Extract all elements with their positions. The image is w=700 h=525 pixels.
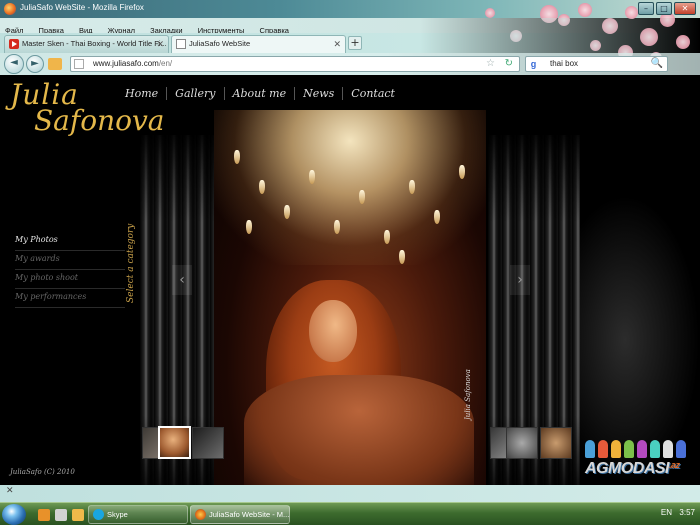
taskbar-item-firefox[interactable]: JuliaSafo WebSite - M... (190, 505, 290, 524)
skype-icon (93, 509, 104, 520)
url-path: /en/ (158, 59, 173, 68)
category-my-awards[interactable]: My awards (15, 251, 125, 270)
window-controls: – □ ✕ (638, 2, 696, 15)
navigation-toolbar: ◄ ► www.juliasafo.com/en/ ☆ ↻ g thai box… (0, 53, 700, 75)
search-input[interactable]: thai box (550, 59, 578, 68)
start-button[interactable] (2, 504, 26, 525)
firefox-icon (4, 3, 16, 15)
taskbar-item-skype[interactable]: Skype (88, 505, 188, 524)
tab-close-icon[interactable]: ✕ (156, 36, 164, 52)
back-button[interactable]: ◄ (4, 54, 24, 74)
previous-photo-button[interactable]: ‹ (172, 265, 192, 295)
search-bar[interactable]: g thai box 🔍 (525, 56, 668, 72)
quicklaunch-folder-icon[interactable] (72, 509, 84, 521)
reload-icon[interactable]: ↻ (505, 58, 513, 69)
chandelier (214, 110, 486, 265)
thumbnail[interactable] (506, 427, 538, 459)
maximize-button[interactable]: □ (656, 2, 672, 15)
category-my-photos[interactable]: My Photos (15, 232, 125, 251)
logo-last-name: Safonova (34, 104, 165, 137)
search-icon[interactable]: 🔍 (651, 58, 663, 69)
tab-thai-boxing[interactable]: Master Sken - Thai Boxing - World Title … (4, 35, 169, 53)
bookmark-star-icon[interactable]: ☆ (486, 58, 495, 69)
close-button[interactable]: ✕ (674, 2, 696, 15)
address-bar[interactable]: www.juliasafo.com/en/ ☆ ↻ (70, 56, 520, 72)
next-photo-button[interactable]: › (510, 265, 530, 295)
nav-contact[interactable]: Contact (343, 87, 403, 100)
watermark-suffix: .az (669, 460, 680, 470)
minimize-button[interactable]: – (638, 2, 654, 15)
site-navigation: Home Gallery About me News Contact (117, 87, 403, 100)
main-gallery-photo: Julia Safonova (214, 110, 486, 485)
category-my-performances[interactable]: My performances (15, 289, 125, 308)
photo-subject-body (244, 375, 474, 485)
new-tab-button[interactable]: + (348, 36, 362, 50)
select-category-label: Select a category (126, 223, 136, 303)
thumbnail[interactable] (192, 427, 224, 459)
home-icon[interactable] (48, 58, 62, 70)
title-bar[interactable]: JuliaSafo WebSite - Mozilla Firefox (0, 0, 700, 18)
language-indicator[interactable]: EN (661, 508, 672, 517)
nav-about-me[interactable]: About me (225, 87, 296, 100)
thumbnail-selected[interactable] (158, 426, 191, 459)
firefox-window: JuliaSafo WebSite - Mozilla Firefox – □ … (0, 0, 700, 525)
forward-button[interactable]: ► (26, 55, 44, 73)
nav-news[interactable]: News (295, 87, 344, 100)
menu-bar: Файл Правка Вид Журнал Закладки Инструме… (0, 18, 700, 35)
clock[interactable]: 3:57 (679, 508, 695, 517)
statusbar-close-icon[interactable]: ✕ (6, 486, 14, 496)
search-engine-icon[interactable]: g (528, 59, 539, 70)
category-my-photo-shoot[interactable]: My photo shoot (15, 270, 125, 289)
photo-signature: Julia Safonova (464, 369, 472, 420)
windows-taskbar: Skype JuliaSafo WebSite - M... EN 3:57 (0, 502, 700, 525)
copyright-text: JuliaSafo (C) 2010 (10, 468, 75, 476)
task-label: Skype (107, 510, 128, 519)
nav-gallery[interactable]: Gallery (167, 87, 225, 100)
web-page: Julia Safonova Home Gallery About me New… (0, 75, 700, 485)
nav-home[interactable]: Home (117, 87, 168, 100)
task-label: JuliaSafo WebSite - M... (209, 510, 290, 519)
youtube-icon (9, 39, 19, 49)
tab-label: JuliaSafo WebSite (189, 39, 251, 48)
status-bar: ✕ (0, 485, 700, 502)
url-text[interactable]: www.juliasafo.com/en/ (93, 59, 172, 68)
tab-bar: Master Sken - Thai Boxing - World Title … (0, 33, 700, 53)
firefox-icon (195, 509, 206, 520)
photo-subject-face (309, 300, 357, 362)
window-title: JuliaSafo WebSite - Mozilla Firefox (20, 3, 144, 12)
page-favicon (74, 59, 84, 69)
url-domain: www.juliasafo.com (93, 59, 159, 68)
watermark-figures (585, 440, 695, 460)
agmodasi-watermark: AGMODASI.az (585, 440, 700, 485)
tab-juliasafo[interactable]: JuliaSafo WebSite ✕ (171, 35, 346, 53)
tab-close-icon[interactable]: ✕ (333, 36, 341, 52)
blank-page-icon (176, 39, 186, 49)
quicklaunch-desktop-icon[interactable] (55, 509, 67, 521)
thumbnail[interactable] (540, 427, 572, 459)
watermark-text: AGMODASI.az (585, 460, 680, 478)
tab-label: Master Sken - Thai Boxing - World Title … (22, 39, 167, 48)
watermark-brand: AGMODASI (585, 460, 670, 477)
quicklaunch-firefox-icon[interactable] (38, 509, 50, 521)
category-list: My Photos My awards My photo shoot My pe… (15, 232, 125, 308)
